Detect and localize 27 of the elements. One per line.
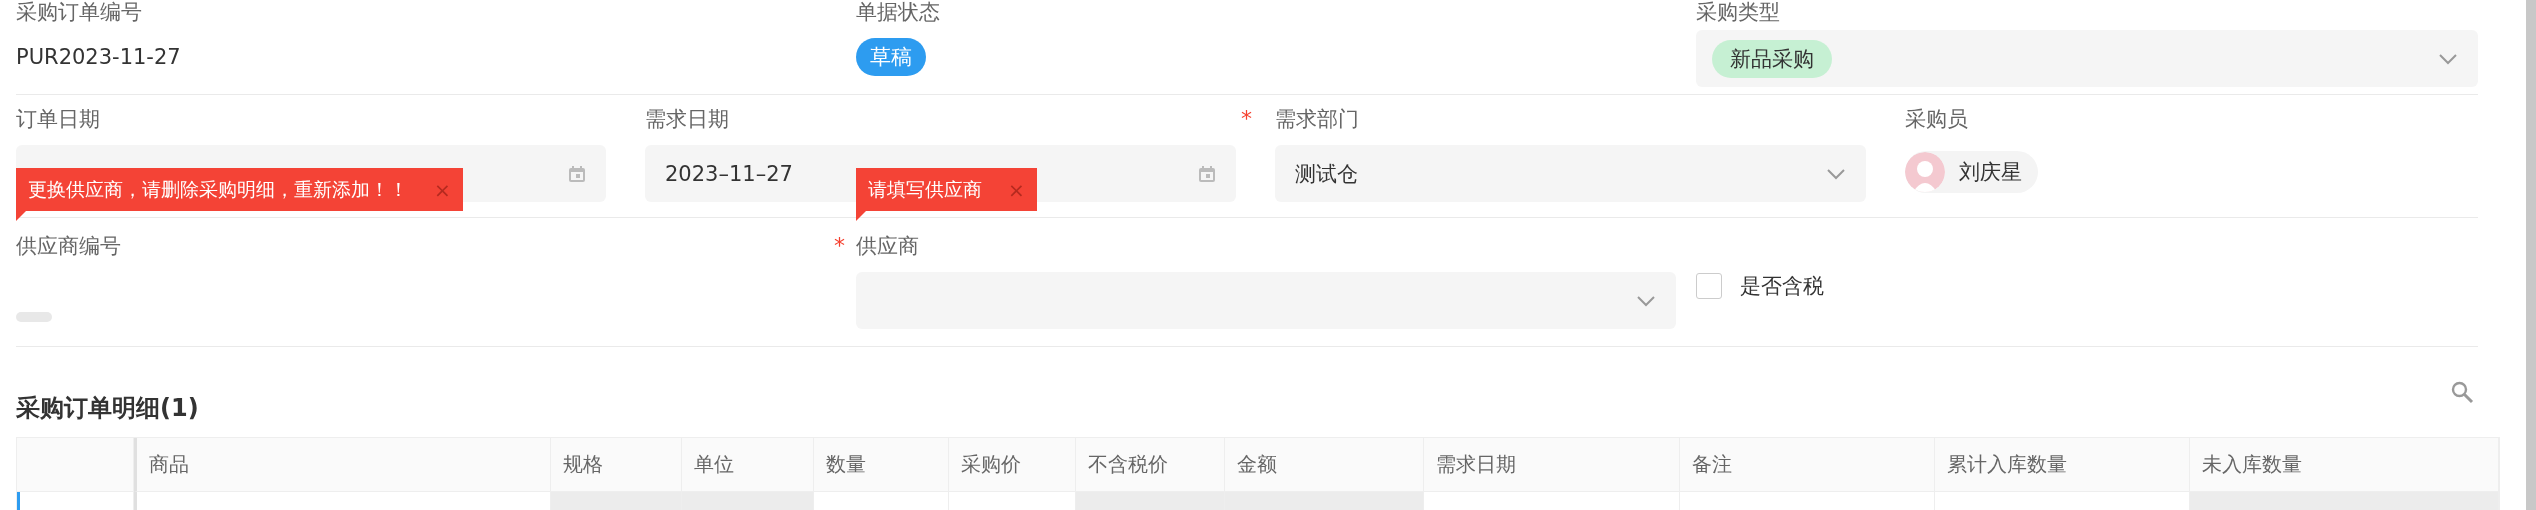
checkbox-label: 是否含税: [1740, 273, 1824, 300]
field-label: 采购类型: [1696, 0, 1780, 24]
column-header: 规格: [551, 438, 682, 492]
status-tag: 草稿: [856, 38, 926, 76]
column-header: 未入库数量: [2190, 438, 2499, 492]
column-header: 累计入库数量: [1935, 438, 2190, 492]
column-header: 单位: [682, 438, 814, 492]
column-header: 不含税价: [1076, 438, 1225, 492]
field-label: 需求部门: [1275, 106, 1359, 133]
field-label: 单据状态: [856, 0, 940, 24]
field-label: 订单日期: [16, 106, 100, 133]
field-label: 供应商: [856, 233, 919, 260]
column-header: 采购价: [949, 438, 1076, 492]
required-asterisk: *: [1241, 105, 1252, 133]
field-label: 采购订单编号: [16, 0, 142, 24]
column-header: 数量: [814, 438, 949, 492]
column-header: 金额: [1225, 438, 1424, 492]
field-label: 采购员: [1905, 106, 1968, 133]
order-number: PUR2023-11-27: [16, 44, 182, 71]
field-label: 供应商编号: [16, 233, 121, 260]
section-title: 采购订单明细(1): [16, 393, 199, 424]
column-header: 商品: [134, 438, 551, 492]
type-tag: 新品采购: [1712, 39, 1832, 78]
column-header: 需求日期: [1424, 438, 1680, 492]
field-label: 需求日期: [645, 106, 729, 133]
required-asterisk: *: [834, 232, 845, 260]
column-header: 备注: [1680, 438, 1935, 492]
